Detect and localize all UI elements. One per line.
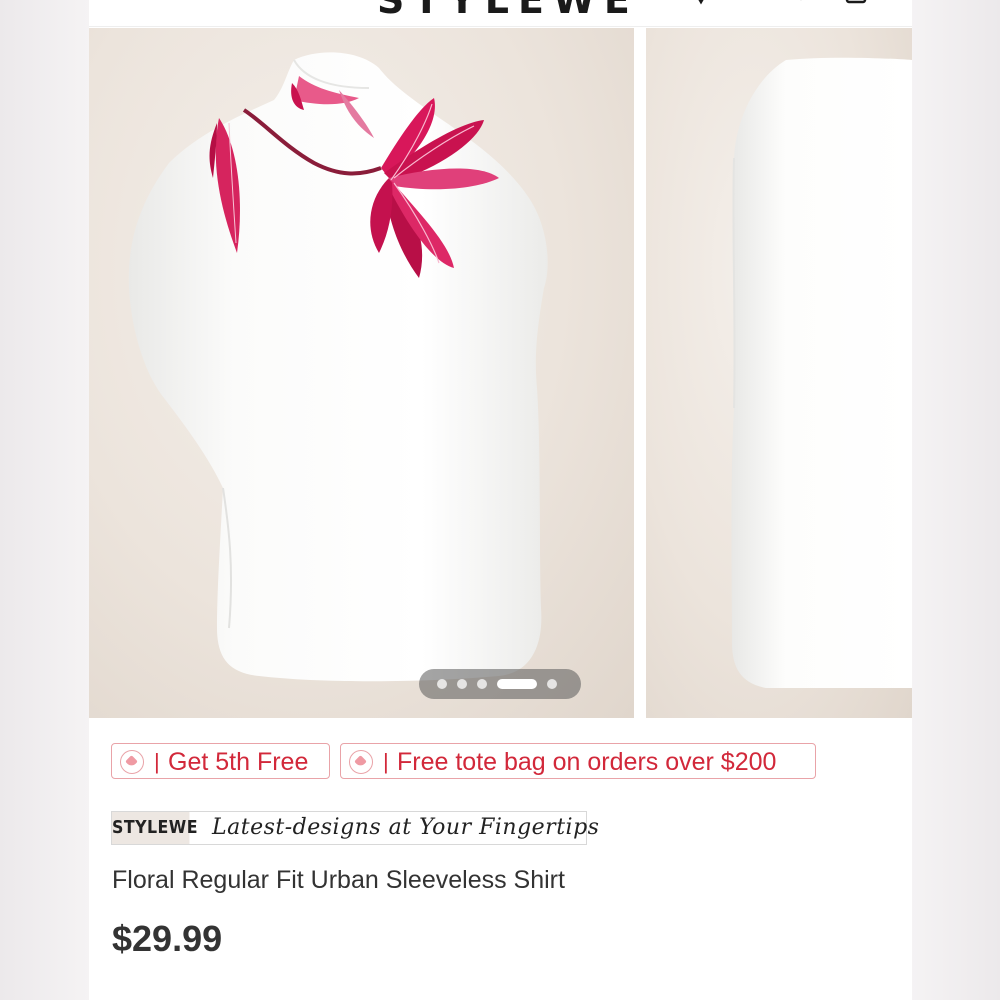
pager-dot-active[interactable] <box>497 679 537 689</box>
bag-icon[interactable] <box>844 0 868 8</box>
search-icon[interactable] <box>689 0 713 8</box>
image-pager[interactable] <box>419 669 581 699</box>
promo-separator: | <box>154 749 160 774</box>
brand-slogan: Latest-designs at Your Fingertips <box>212 815 600 840</box>
product-image-back[interactable] <box>646 28 912 718</box>
promo-badge-free-tote[interactable]: | Free tote bag on orders over $200 <box>340 743 816 779</box>
site-logo[interactable]: STYLEWE <box>377 0 639 22</box>
pager-dot[interactable] <box>437 679 447 689</box>
brand-banner[interactable]: STYLEWE Latest-designs at Your Fingertip… <box>111 811 599 845</box>
header-bar: STYLEWE <box>89 0 912 27</box>
promo-separator: | <box>383 749 389 774</box>
product-image-front[interactable] <box>89 28 634 718</box>
product-price: $29.99 <box>112 918 223 959</box>
product-image-gallery[interactable] <box>89 28 912 718</box>
product-page: STYLEWE | Get 5th Free | Free tote bag o… <box>89 0 912 1000</box>
user-icon[interactable] <box>789 0 813 8</box>
tag-icon <box>349 750 373 774</box>
pager-dot[interactable] <box>477 679 487 689</box>
promo-label: Get 5th Free <box>168 748 309 776</box>
promo-badge-get-5th-free[interactable]: | Get 5th Free <box>111 743 330 779</box>
pager-dot[interactable] <box>547 679 557 689</box>
brand-name: STYLEWE <box>112 812 198 844</box>
promo-label: Free tote bag on orders over $200 <box>397 748 777 776</box>
tag-icon <box>120 750 144 774</box>
product-title: Floral Regular Fit Urban Sleeveless Shir… <box>112 866 565 894</box>
pager-dot[interactable] <box>457 679 467 689</box>
